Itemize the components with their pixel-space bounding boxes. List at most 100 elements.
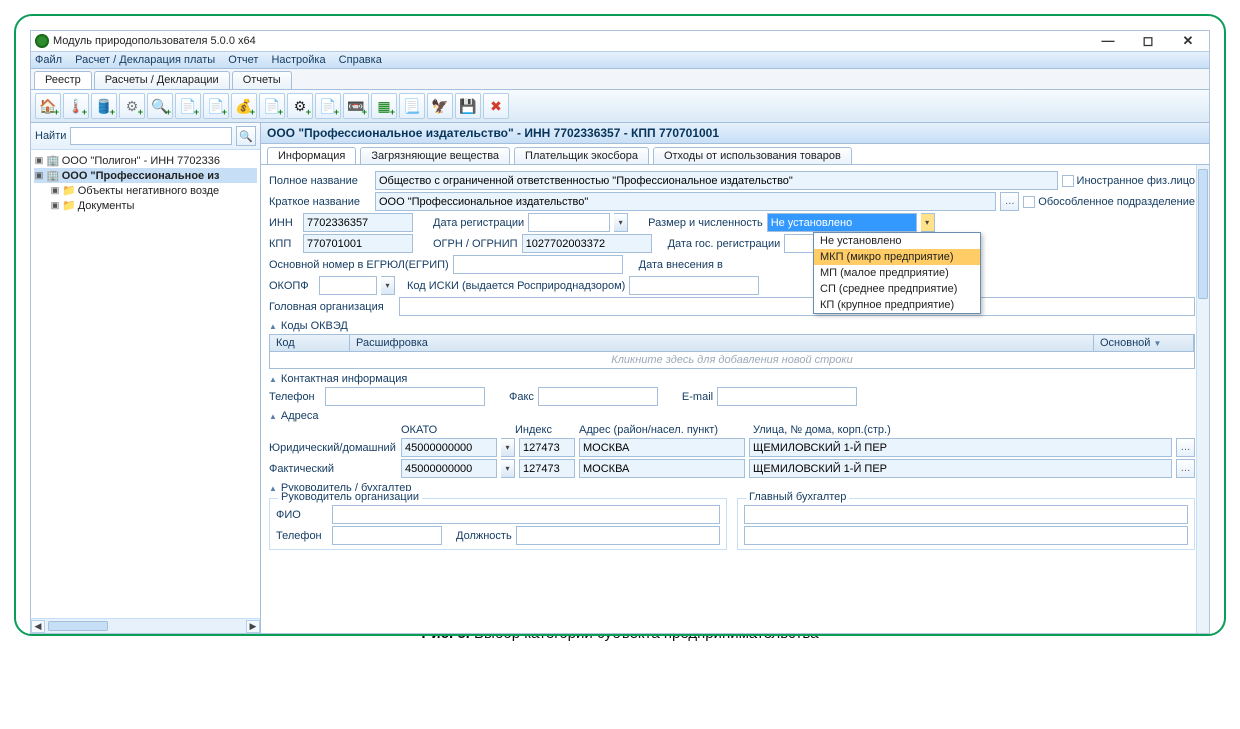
main-tabs: Реестр Расчеты / Декларации Отчеты xyxy=(31,69,1209,90)
fact-addr-button[interactable]: … xyxy=(1176,459,1195,478)
tool-pipe[interactable]: ⚙+ xyxy=(119,93,145,119)
size-option-none[interactable]: Не установлено xyxy=(814,233,980,249)
tool-sheet2[interactable]: 📄+ xyxy=(203,93,229,119)
okved-add-row[interactable]: Кликните здесь для добавления новой стро… xyxy=(269,352,1195,369)
input-head-org[interactable] xyxy=(399,297,1195,316)
legal-okato-drop[interactable]: ▾ xyxy=(501,438,515,457)
section-contact[interactable]: ▲Контактная информация xyxy=(269,373,1195,385)
tool-grid[interactable]: ▦+ xyxy=(371,93,397,119)
tab-reports[interactable]: Отчеты xyxy=(232,71,292,89)
select-size[interactable]: Не установлено xyxy=(767,213,917,232)
window-close[interactable]: ✕ xyxy=(1177,33,1199,49)
tab-ecofee[interactable]: Плательщик экосбора xyxy=(514,147,649,164)
tool-tape[interactable]: 📼+ xyxy=(343,93,369,119)
input-legal-city[interactable]: МОСКВА xyxy=(579,438,745,457)
size-drop-button[interactable]: ▾ xyxy=(921,213,935,232)
tool-sheet3[interactable]: 📄+ xyxy=(259,93,285,119)
scroll-right-arrow[interactable]: ▶ xyxy=(246,620,260,633)
tool-delete[interactable]: ✖ xyxy=(483,93,509,119)
section-okved[interactable]: ▲Коды ОКВЭД xyxy=(269,320,1195,332)
size-option-sp[interactable]: СП (среднее предприятие) xyxy=(814,281,980,297)
tab-declarations[interactable]: Расчеты / Декларации xyxy=(94,71,230,89)
tool-save[interactable]: 💾 xyxy=(455,93,481,119)
tool-eagle[interactable]: 🦅 xyxy=(427,93,453,119)
input-fact-city[interactable]: МОСКВА xyxy=(579,459,745,478)
tree-node-poligon[interactable]: ООО "Полигон" - ИНН 7702336 xyxy=(62,155,220,167)
window-minimize[interactable]: — xyxy=(1097,33,1119,49)
tool-money[interactable]: 💰+ xyxy=(231,93,257,119)
size-option-mp[interactable]: МП (малое предприятие) xyxy=(814,265,980,281)
okved-col-decode[interactable]: Расшифровка xyxy=(350,335,1094,351)
tool-sheet4[interactable]: 📄+ xyxy=(315,93,341,119)
menu-file[interactable]: Файл xyxy=(35,54,62,66)
vscroll-thumb[interactable] xyxy=(1198,169,1208,299)
input-legal-okato[interactable]: 45000000000 xyxy=(401,438,497,457)
input-acc-phone[interactable] xyxy=(744,526,1188,545)
size-option-kp[interactable]: КП (крупное предприятие) xyxy=(814,297,980,313)
tool-barrel[interactable]: 🛢️+ xyxy=(91,93,117,119)
org-tree[interactable]: ▣🏢ООО "Полигон" - ИНН 7702336 ▣🏢ООО "Про… xyxy=(31,150,260,618)
short-name-button[interactable]: … xyxy=(1000,192,1019,211)
size-option-mkp[interactable]: МКП (микро предприятие) xyxy=(814,249,980,265)
tab-registry[interactable]: Реестр xyxy=(34,71,92,89)
input-full-name[interactable]: Общество с ограниченной ответственностью… xyxy=(375,171,1058,190)
okved-col-main[interactable]: Основной ▼ xyxy=(1094,335,1194,351)
tab-goods-waste[interactable]: Отходы от использования товаров xyxy=(653,147,852,164)
size-dropdown-list[interactable]: Не установлено МКП (микро предприятие) М… xyxy=(813,232,981,314)
regdate-drop[interactable]: ▾ xyxy=(614,213,628,232)
input-fact-okato[interactable]: 45000000000 xyxy=(401,459,497,478)
tool-doc[interactable]: 📃 xyxy=(399,93,425,119)
tree-node-docs[interactable]: Документы xyxy=(78,200,135,212)
fact-okato-drop[interactable]: ▾ xyxy=(501,459,515,478)
scroll-thumb[interactable] xyxy=(48,621,108,631)
checkbox-division[interactable]: Обособленное подразделение xyxy=(1023,196,1195,208)
input-mgr-fio[interactable] xyxy=(332,505,720,524)
legal-addr-button[interactable]: … xyxy=(1176,438,1195,457)
input-fax[interactable] xyxy=(538,387,658,406)
find-button[interactable]: 🔍 xyxy=(236,126,256,146)
input-egrul[interactable] xyxy=(453,255,623,274)
tool-gear[interactable]: ⚙+ xyxy=(287,93,313,119)
input-ogrn[interactable]: 1027702003372 xyxy=(522,234,652,253)
tab-pollutants[interactable]: Загрязняющие вещества xyxy=(360,147,510,164)
menu-help[interactable]: Справка xyxy=(339,54,382,66)
menu-settings[interactable]: Настройка xyxy=(271,54,325,66)
tool-thermo[interactable]: 🌡️+ xyxy=(63,93,89,119)
tool-home[interactable]: 🏠+ xyxy=(35,93,61,119)
tree-node-profizdat[interactable]: ООО "Профессиональное из xyxy=(62,170,220,182)
input-short-name[interactable]: ООО "Профессиональное издательство" xyxy=(375,192,996,211)
input-legal-index[interactable]: 127473 xyxy=(519,438,575,457)
input-iski[interactable] xyxy=(629,276,759,295)
okved-col-code[interactable]: Код xyxy=(270,335,350,351)
okopf-drop[interactable]: ▾ xyxy=(381,276,395,295)
window-maximize[interactable]: ◻ xyxy=(1137,33,1159,49)
input-inn[interactable]: 7702336357 xyxy=(303,213,413,232)
input-kpp[interactable]: 770701001 xyxy=(303,234,413,253)
menu-report[interactable]: Отчет xyxy=(228,54,258,66)
find-input[interactable] xyxy=(70,127,232,145)
form-vscroll[interactable] xyxy=(1196,165,1209,633)
tree-node-objects[interactable]: Объекты негативного возде xyxy=(78,185,219,197)
input-okopf[interactable] xyxy=(319,276,377,295)
group-accountant: Главный бухгалтер xyxy=(737,498,1195,550)
input-legal-street[interactable]: ЩЕМИЛОВСКИЙ 1-Й ПЕР xyxy=(749,438,1172,457)
input-fact-index[interactable]: 127473 xyxy=(519,459,575,478)
scroll-left-arrow[interactable]: ◀ xyxy=(31,620,45,633)
tree-hscroll[interactable]: ◀ ▶ xyxy=(31,618,260,633)
input-mgr-dolzh[interactable] xyxy=(516,526,720,545)
input-mgr-phone[interactable] xyxy=(332,526,442,545)
checkbox-foreign[interactable]: Иностранное физ.лицо xyxy=(1062,175,1195,187)
input-phone[interactable] xyxy=(325,387,485,406)
input-email[interactable] xyxy=(717,387,857,406)
hdr-street: Улица, № дома, корп.(стр.) xyxy=(753,424,891,436)
tab-info[interactable]: Информация xyxy=(267,147,356,164)
input-regdate[interactable] xyxy=(528,213,610,232)
menu-calc[interactable]: Расчет / Декларация платы xyxy=(75,54,215,66)
input-acc-fio[interactable] xyxy=(744,505,1188,524)
input-fact-street[interactable]: ЩЕМИЛОВСКИЙ 1-Й ПЕР xyxy=(749,459,1172,478)
label-short-name: Краткое название xyxy=(269,196,371,208)
tool-search[interactable]: 🔍+ xyxy=(147,93,173,119)
section-addresses[interactable]: ▲Адреса xyxy=(269,410,1195,422)
tool-sheet1[interactable]: 📄+ xyxy=(175,93,201,119)
hdr-index: Индекс xyxy=(515,424,575,436)
